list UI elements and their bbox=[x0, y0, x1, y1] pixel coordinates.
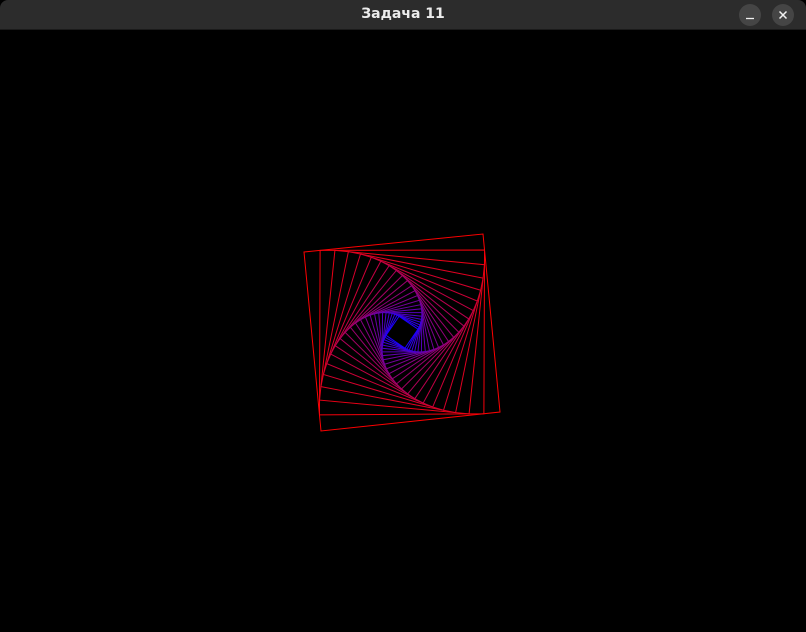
nested-squares-figure bbox=[303, 233, 501, 432]
window-title: Задача 11 bbox=[361, 6, 445, 22]
square-outline bbox=[349, 279, 455, 385]
square-outline bbox=[359, 290, 445, 375]
square-outline bbox=[385, 315, 419, 349]
app-window: Задача 11 bbox=[0, 0, 806, 632]
square-outline bbox=[322, 253, 482, 411]
square-outline bbox=[326, 256, 478, 408]
minimize-icon bbox=[746, 17, 754, 20]
close-button[interactable] bbox=[772, 4, 794, 26]
close-icon bbox=[778, 10, 788, 20]
square-outline bbox=[382, 312, 422, 352]
square-outline bbox=[354, 284, 450, 380]
drawing-canvas bbox=[0, 30, 806, 632]
minimize-button[interactable] bbox=[739, 4, 761, 26]
square-outline bbox=[383, 313, 421, 351]
title-bar[interactable]: Задача 11 bbox=[0, 0, 806, 30]
square-outline bbox=[339, 269, 465, 395]
